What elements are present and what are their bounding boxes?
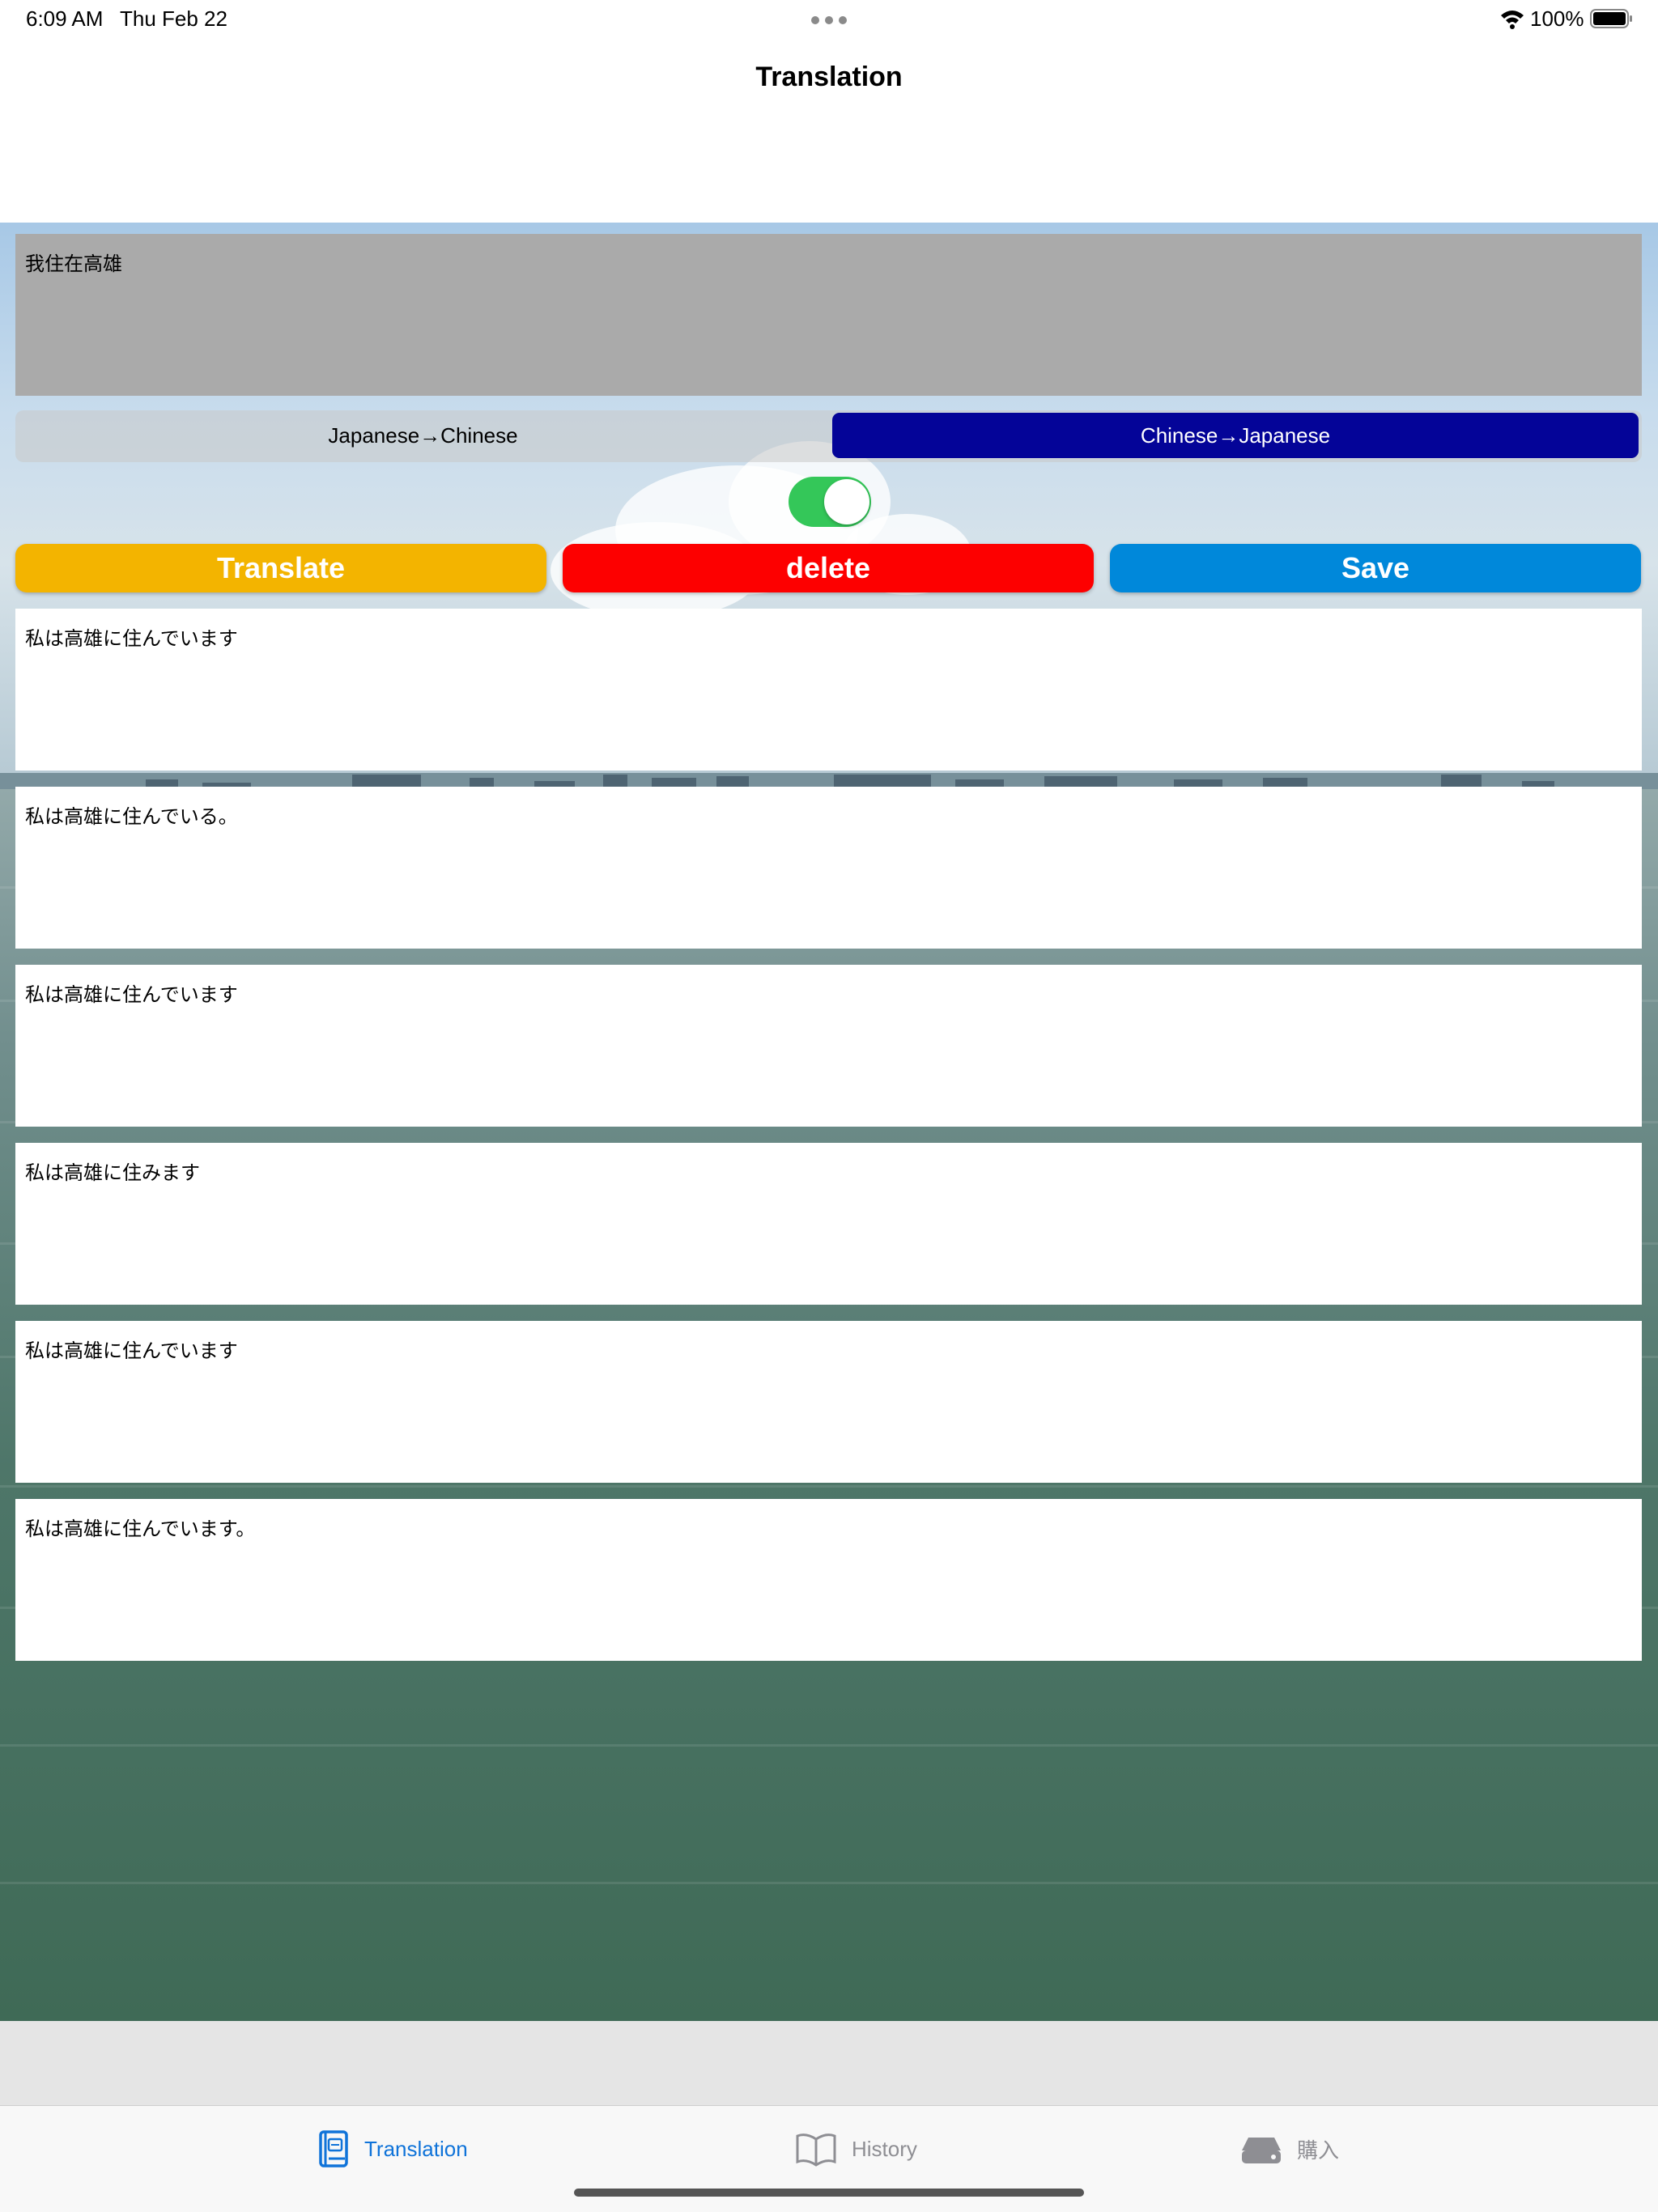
direction-segmented-control[interactable]: Japanese→Chinese Chinese→Japanese (15, 410, 1642, 462)
segment-japanese-to-chinese[interactable]: Japanese→Chinese (18, 413, 828, 458)
status-time: 6:09 AM (26, 6, 104, 31)
wifi-icon (1501, 11, 1524, 29)
source-text: 我住在高雄 (25, 253, 122, 275)
source-text-input[interactable]: 我住在高雄 (15, 234, 1642, 396)
tab-bar: Translation History 購入 (0, 2105, 1658, 2212)
status-date: Thu Feb 22 (120, 6, 227, 31)
battery-icon (1590, 9, 1632, 28)
segment-chinese-to-japanese[interactable]: Chinese→Japanese (832, 413, 1639, 458)
open-book-icon (796, 2133, 836, 2167)
translate-book-icon (319, 2130, 348, 2167)
drive-icon (1242, 2138, 1281, 2163)
battery-percent: 100% (1530, 6, 1584, 31)
result-text: 私は高雄に住んでいる。 (25, 806, 238, 828)
page-title: Translation (755, 62, 903, 92)
toggle-knob (824, 479, 869, 524)
result-box-4[interactable]: 私は高雄に住みます (15, 1143, 1642, 1305)
tab-translation-label: Translation (364, 2136, 468, 2161)
result-box-3[interactable]: 私は高雄に住んでいます (15, 965, 1642, 1127)
result-box-5[interactable]: 私は高雄に住んでいます (15, 1321, 1642, 1483)
result-text: 私は高雄に住みます (25, 1162, 200, 1184)
result-box-2[interactable]: 私は高雄に住んでいる。 (15, 787, 1642, 949)
translate-button[interactable]: Translate (15, 544, 546, 592)
toggle-switch[interactable] (789, 477, 871, 527)
result-text: 私は高雄に住んでいます (25, 1340, 238, 1362)
delete-button[interactable]: delete (563, 544, 1094, 592)
tab-purchase[interactable]: 購入 (1240, 2129, 1339, 2169)
tab-translation[interactable]: Translation (317, 2129, 468, 2169)
translation-content: 我住在高雄 Japanese→Chinese Chinese→Japanese … (0, 223, 1658, 2021)
result-text: 私は高雄に住んでいます。 (25, 1518, 256, 1540)
multitasking-dots-icon[interactable] (811, 16, 847, 24)
result-box-1[interactable]: 私は高雄に住んでいます (15, 609, 1642, 771)
result-text: 私は高雄に住んでいます (25, 628, 238, 650)
tab-history-label: History (852, 2136, 917, 2161)
tab-history[interactable]: History (795, 2129, 917, 2169)
result-text: 私は高雄に住んでいます (25, 984, 238, 1006)
save-button[interactable]: Save (1110, 544, 1641, 592)
tab-purchase-label: 購入 (1297, 2138, 1340, 2163)
result-box-6[interactable]: 私は高雄に住んでいます。 (15, 1499, 1642, 1661)
status-bar: 6:09 AM Thu Feb 22 100% (0, 0, 1658, 39)
bottom-spacer (0, 2021, 1658, 2105)
home-indicator[interactable] (574, 2189, 1084, 2197)
